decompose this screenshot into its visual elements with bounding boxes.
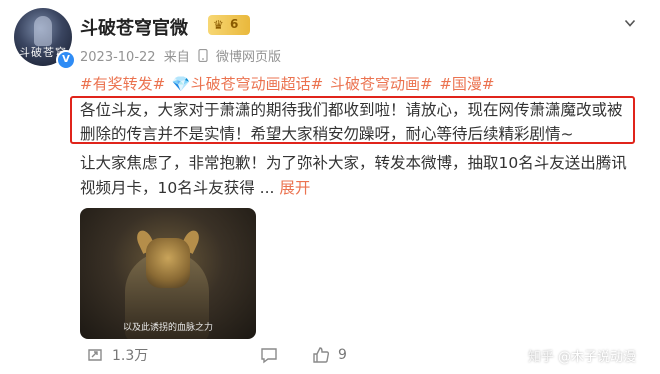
post-text-line: 删除的传言并不是实情！希望大家稍安勿躁呀，耐心等待后续精彩剧情~	[80, 125, 574, 143]
post-text-line: 让大家焦虑了，非常抱歉！为了弥补大家，转发本微博，抽取10名斗友送出腾讯	[80, 154, 627, 172]
tag-link[interactable]: 斗破苍穹动画#	[330, 75, 433, 93]
repost-button[interactable]: 1.3万	[86, 345, 148, 365]
avatar-figure	[34, 16, 52, 46]
chevron-down-icon[interactable]	[624, 14, 636, 27]
watermark: 知乎 @木子说动漫	[506, 346, 636, 365]
like-button[interactable]: 9	[312, 345, 347, 365]
like-icon	[313, 347, 330, 363]
expand-link[interactable]: 展开	[279, 179, 310, 197]
repost-icon	[88, 349, 102, 361]
mobile-icon	[198, 48, 212, 65]
character-mask	[146, 238, 190, 288]
comment-icon	[261, 348, 277, 364]
post-timestamp: 2023-10-22	[80, 50, 156, 65]
tag-link[interactable]: #有奖转发#	[80, 75, 165, 93]
post-source-label: 来自	[163, 50, 190, 65]
post-text-line: 各位斗友，大家对于萧潇的期待我们都收到啦！请放心，现在网传萧潇魔改或被	[80, 101, 623, 119]
account-name[interactable]: 斗破苍穹官微	[80, 14, 188, 40]
comment-button[interactable]	[259, 345, 287, 365]
repost-count: 1.3万	[112, 348, 149, 364]
vip-badge[interactable]: ♛ 6	[208, 15, 250, 35]
post-meta: 2023-10-22 来自 微博网页版	[80, 46, 285, 65]
watermark-author: @木子说动漫	[558, 350, 637, 365]
post-client[interactable]: 微博网页版	[216, 50, 281, 65]
verified-badge-icon: V	[56, 50, 76, 70]
video-thumbnail[interactable]: 以及此诱拐的血脉之力	[80, 208, 256, 339]
tag-link[interactable]: #国漫#	[439, 75, 494, 93]
vip-level: 6	[230, 17, 239, 31]
watermark-site: 知乎	[528, 350, 555, 365]
crown-icon: ♛	[213, 18, 224, 32]
tag-link[interactable]: 💎斗破苍穹动画超话#	[172, 75, 323, 93]
post-tags: #有奖转发# 💎斗破苍穹动画超话# 斗破苍穹动画# #国漫#	[80, 73, 496, 94]
video-subtitle: 以及此诱拐的血脉之力	[122, 323, 213, 333]
zhihu-logo-icon	[506, 347, 522, 364]
like-count: 9	[338, 347, 347, 363]
post-text-line-last: 视频月卡，10名斗友获得 ... 展开	[80, 176, 310, 198]
post-text-fragment: 视频月卡，10名斗友获得 ...	[80, 179, 275, 197]
